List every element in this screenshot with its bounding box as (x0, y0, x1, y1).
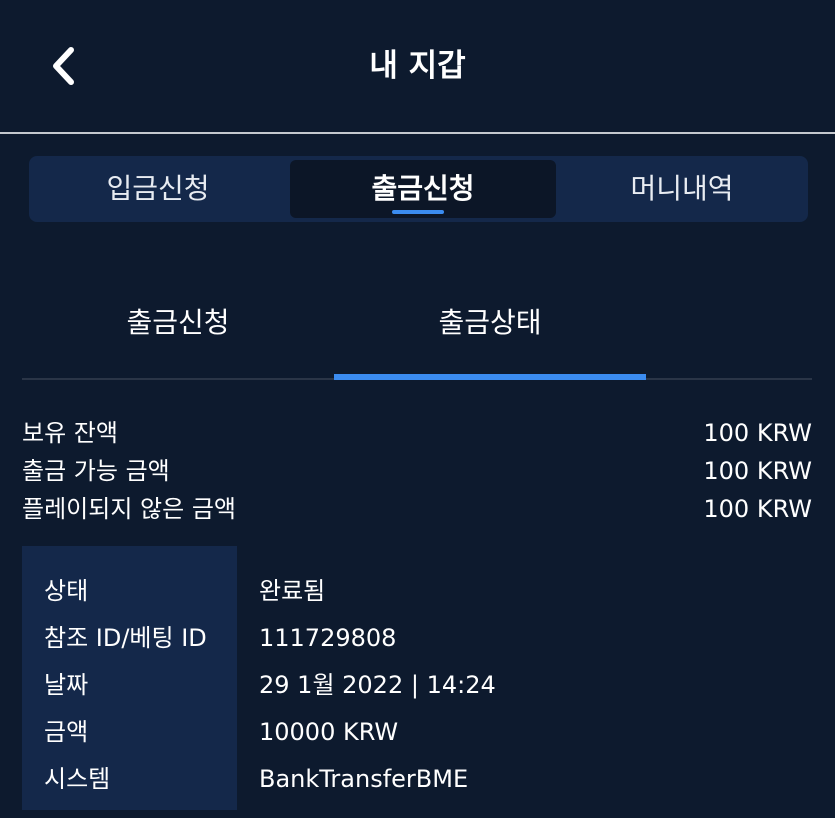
balance-label: 플레이되지 않은 금액 (22, 495, 236, 523)
active-subtab-indicator (334, 374, 646, 380)
detail-row-reference-id: 참조 ID/베팅 ID 111729808 (0, 618, 780, 658)
detail-value: 10000 KRW (259, 718, 399, 746)
balance-value: 100 KRW (703, 419, 812, 447)
balance-row-held: 보유 잔액 100 KRW (22, 415, 812, 451)
balance-label: 출금 가능 금액 (22, 457, 170, 485)
tab-withdrawal-request-label: 출금신청 (371, 172, 475, 205)
detail-value: 111729808 (259, 624, 397, 652)
active-tab-underline (392, 210, 444, 214)
tab-withdrawal-request[interactable]: 출금신청 (290, 160, 556, 218)
tab-deposit-request[interactable]: 입금신청 (29, 160, 287, 218)
detail-value: 29 1월 2022 | 14:24 (259, 671, 496, 699)
balance-value: 100 KRW (703, 495, 812, 523)
subtab-withdrawal-status[interactable]: 출금상태 (334, 288, 646, 358)
balance-row-unplayed: 플레이되지 않은 금액 100 KRW (22, 491, 812, 527)
subtab-withdrawal-request[interactable]: 출금신청 (22, 288, 334, 358)
top-header: 내 지갑 (0, 0, 835, 134)
page-title: 내 지갑 (369, 48, 466, 84)
detail-label: 날짜 (44, 671, 89, 699)
balance-label: 보유 잔액 (22, 419, 118, 447)
detail-row-status: 상태 완료됨 (0, 571, 780, 611)
detail-label: 상태 (44, 577, 89, 605)
detail-label: 시스템 (44, 765, 111, 793)
sub-tab-bar: 출금신청 출금상태 (22, 276, 812, 380)
detail-value: 완료됨 (259, 577, 326, 605)
detail-row-date: 날짜 29 1월 2022 | 14:24 (0, 665, 780, 705)
tab-money-history[interactable]: 머니내역 (556, 160, 808, 218)
detail-row-amount: 금액 10000 KRW (0, 712, 780, 752)
detail-row-system: 시스템 BankTransferBME (0, 759, 780, 799)
main-tab-bar: 입금신청 출금신청 머니내역 (29, 156, 808, 222)
balance-value: 100 KRW (703, 457, 812, 485)
detail-label: 참조 ID/베팅 ID (44, 624, 207, 652)
detail-label: 금액 (44, 718, 89, 746)
balance-row-withdrawable: 출금 가능 금액 100 KRW (22, 453, 812, 489)
detail-value: BankTransferBME (259, 765, 469, 793)
